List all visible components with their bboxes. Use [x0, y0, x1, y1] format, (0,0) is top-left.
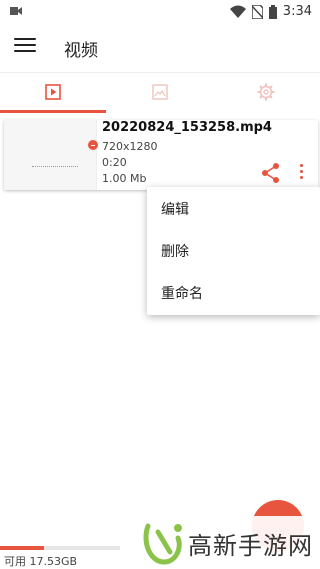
- gear-icon: [257, 83, 275, 101]
- page-title: 视频: [64, 41, 98, 61]
- menu-icon[interactable]: [14, 38, 36, 56]
- no-sim-icon: [251, 4, 263, 19]
- video-size: 1.00 Mb: [102, 172, 147, 185]
- menu-item-delete[interactable]: 删除: [161, 241, 189, 261]
- status-bar: 3:34: [0, 0, 320, 24]
- clock: 3:34: [282, 4, 312, 19]
- active-tab-indicator: [0, 110, 106, 113]
- tab-bar: [0, 72, 320, 113]
- video-list-item[interactable]: 20220824_153258.mp4 720x1280 0:20 1.00 M…: [4, 120, 318, 190]
- status-badge-icon: [88, 140, 98, 150]
- watermark-logo-icon: [143, 523, 182, 565]
- wifi-icon: [229, 5, 246, 18]
- tab-videos[interactable]: [0, 73, 106, 111]
- video-duration: 0:20: [102, 156, 127, 169]
- storage-progress-bar: [0, 546, 120, 550]
- share-icon[interactable]: [260, 162, 282, 184]
- tab-images[interactable]: [107, 73, 213, 111]
- storage-available-label: 可用 17.53GB: [4, 555, 78, 568]
- watermark-text: 高新手游网: [188, 532, 313, 560]
- context-menu: 编辑 删除 重命名: [147, 187, 320, 315]
- more-options-icon[interactable]: [296, 164, 306, 184]
- thumbnail-content: [32, 166, 78, 168]
- menu-item-edit[interactable]: 编辑: [161, 199, 189, 219]
- storage-progress-fill: [0, 546, 45, 550]
- watermark: 高新手游网: [136, 516, 320, 568]
- menu-item-rename[interactable]: 重命名: [161, 283, 203, 303]
- app-bar: 视频: [0, 24, 320, 70]
- battery-icon: [268, 4, 277, 19]
- video-thumbnail[interactable]: [4, 120, 97, 190]
- image-icon: [152, 84, 168, 100]
- tab-settings[interactable]: [213, 73, 319, 111]
- video-resolution: 720x1280: [102, 140, 158, 153]
- video-file-name: 20220824_153258.mp4: [102, 120, 272, 135]
- camera-icon: [10, 7, 22, 15]
- video-icon: [45, 84, 61, 100]
